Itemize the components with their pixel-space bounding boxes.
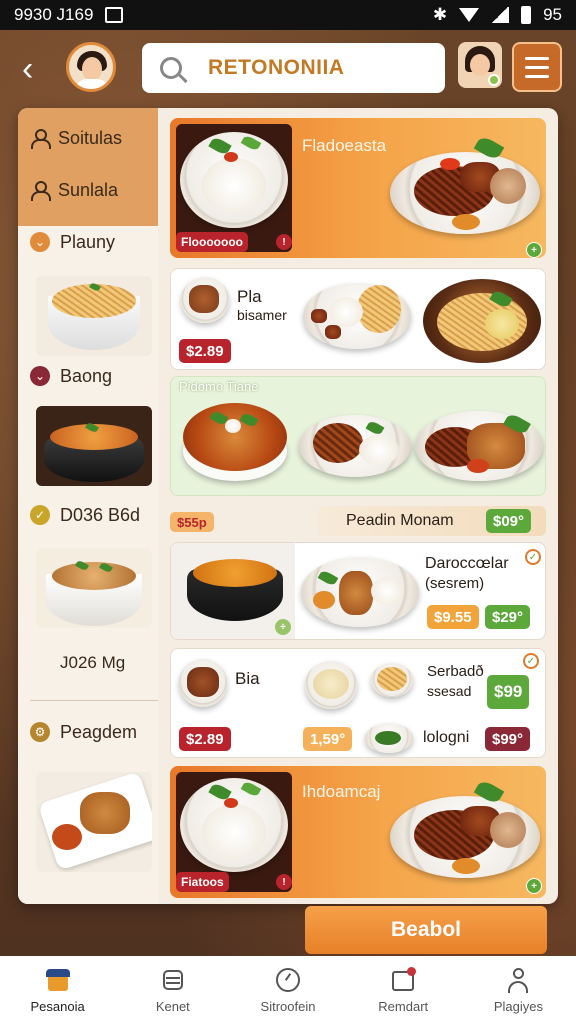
price-badge: $2.89 xyxy=(179,727,231,751)
clock-icon xyxy=(275,967,301,993)
gear-icon: ⚙ xyxy=(30,722,50,742)
price-badge: $99 xyxy=(487,675,530,709)
card-subtitle: bisamer xyxy=(237,307,287,323)
card-title: Bia xyxy=(235,669,260,688)
tab-label: Kenet xyxy=(155,998,190,1014)
sidebar-item-peagdem[interactable]: ⚙ Peagdem xyxy=(18,712,158,752)
sidebar-thumb-fried[interactable] xyxy=(36,772,152,872)
tab-remdart[interactable]: Remdart xyxy=(346,956,461,1024)
price-badge: $09° xyxy=(486,509,532,533)
card-title-2: Serbadð xyxy=(427,663,484,680)
card-title: Fladoeasta xyxy=(302,136,387,155)
chevron-down-icon: ⌄ xyxy=(30,366,50,386)
menu-list: Flooooooo ! Fladoeasta + Pla bisamer $2.… xyxy=(168,108,558,904)
card-title: Pidomo Tiane xyxy=(179,379,259,394)
sidebar-thumb-noodles[interactable] xyxy=(36,276,152,356)
menu-card-pidomo[interactable]: Pidomo Tiane xyxy=(170,376,546,496)
signal-icon xyxy=(491,7,510,23)
sidebar-item-baong[interactable]: ⌄ Baong xyxy=(18,356,158,396)
top-bar: ‹ RETONONIIA xyxy=(0,30,576,108)
tab-pesanoia[interactable]: Pesanoia xyxy=(0,956,115,1024)
add-icon[interactable]: + xyxy=(275,619,291,635)
sidebar-item-label: Plauny xyxy=(60,231,116,252)
sidebar-thumb-soup[interactable] xyxy=(36,548,152,628)
status-battery-text: 95 xyxy=(543,5,562,24)
tab-sitroofein[interactable]: Sitroofein xyxy=(230,956,345,1024)
price-badge: $9.55 xyxy=(427,605,479,629)
check-icon[interactable]: ✓ xyxy=(523,653,539,669)
price-badge: 1,59° xyxy=(303,727,353,751)
category-sidebar: Soitulas Sunlala ⌄ Plauny ⌄ Baong ✓ D036… xyxy=(18,108,158,904)
home-icon xyxy=(45,967,71,993)
tab-kenet[interactable]: Kenet xyxy=(115,956,230,1024)
back-arrow-icon[interactable]: ‹ xyxy=(22,52,52,86)
menu-button[interactable] xyxy=(512,42,562,92)
price-badge: Flooooooo xyxy=(176,232,248,252)
card-title: Daroccœlar xyxy=(425,555,509,572)
tab-label: Plagiyes xyxy=(493,998,543,1014)
menu-card-featured[interactable]: Flooooooo ! Fladoeasta + xyxy=(170,118,546,258)
menu-card-bia[interactable]: Bia $2.89 Serbadð ssesad ✓ $99 1,59° lol… xyxy=(170,648,546,758)
promo-banner[interactable]: Peadin Monam $09° xyxy=(318,506,546,536)
status-bar: 9930 J169 ✱ 95 xyxy=(0,0,576,30)
bottom-tab-bar: Pesanoia Kenet Sitroofein Remdart Plagiy… xyxy=(0,956,576,1024)
menu-card-darocc[interactable]: + Daroccœlar (sesrem) ✓ $9.55 $29° xyxy=(170,542,546,640)
price-badge: $99° xyxy=(485,727,531,751)
check-icon: ✓ xyxy=(30,505,50,525)
tab-plagiyes[interactable]: Plagiyes xyxy=(461,956,576,1024)
bluetooth-icon: ✱ xyxy=(432,5,448,24)
sidebar-item-sunlala[interactable]: Sunlala xyxy=(18,170,158,210)
card-title: Pla xyxy=(237,287,262,306)
card-label: lologni xyxy=(423,729,470,746)
sidebar-item-label: J026 Mg xyxy=(60,653,126,672)
tab-label: Remdart xyxy=(378,998,429,1014)
sidebar-item-soitulas[interactable]: Soitulas xyxy=(18,118,158,158)
sidebar-item-label: Baong xyxy=(60,365,113,386)
person-icon xyxy=(30,181,51,201)
sidebar-item-label: D036 B6d xyxy=(60,504,141,525)
sidebar-item-label: Sunlala xyxy=(58,179,119,200)
check-icon[interactable]: ✓ xyxy=(525,549,541,565)
sidebar-item-plauny[interactable]: ⌄ Plauny xyxy=(18,222,158,262)
menu-card-pla[interactable]: Pla bisamer $2.89 xyxy=(170,268,546,370)
search-input[interactable]: RETONONIIA xyxy=(142,43,445,93)
sidebar-thumb-hotpot[interactable] xyxy=(36,406,152,486)
search-text: RETONONIIA xyxy=(208,56,345,79)
wifi-icon xyxy=(459,8,480,22)
add-icon[interactable]: + xyxy=(526,242,542,258)
price-badge: $2.89 xyxy=(179,339,231,363)
menu-card-ihdoamcaj[interactable]: Fiatoos ! Ihdoamcaj + xyxy=(170,766,546,898)
tab-label: Sitroofein xyxy=(260,998,316,1014)
chevron-down-icon: ⌄ xyxy=(30,232,50,252)
profile-icon xyxy=(505,967,531,993)
card-title: Ihdoamcaj xyxy=(302,782,381,801)
add-icon[interactable]: + xyxy=(526,878,542,894)
notification-icon xyxy=(105,7,124,23)
content-panel: Soitulas Sunlala ⌄ Plauny ⌄ Baong ✓ D036… xyxy=(18,108,558,904)
promo-label: Peadin Monam xyxy=(346,512,454,529)
tab-label: Pesanoia xyxy=(30,998,85,1014)
promo-price: $55p xyxy=(170,512,214,532)
sidebar-item-label: Peagdem xyxy=(60,721,138,742)
info-icon: ! xyxy=(276,234,292,250)
status-time: 9930 J169 xyxy=(14,5,94,24)
cart-icon xyxy=(390,966,417,993)
price-badge: $29° xyxy=(485,605,531,629)
sidebar-item-d036[interactable]: ✓ D036 B6d xyxy=(18,495,158,535)
price-badge: Fiatoos xyxy=(176,872,229,892)
sidebar-divider xyxy=(30,700,158,701)
battery-icon xyxy=(521,6,532,24)
card-subtitle: (sesrem) xyxy=(425,575,485,592)
profile-avatar[interactable] xyxy=(458,42,502,88)
card-subtitle-2: ssesad xyxy=(427,683,472,699)
order-button[interactable]: Beabol xyxy=(305,906,547,954)
person-icon xyxy=(30,129,51,149)
sidebar-item-j026[interactable]: J026 Mg xyxy=(18,643,158,683)
burger-icon xyxy=(160,967,186,993)
search-icon xyxy=(160,57,182,79)
info-icon: ! xyxy=(276,874,292,890)
avatar[interactable] xyxy=(66,42,116,92)
sidebar-item-label: Soitulas xyxy=(58,127,123,148)
